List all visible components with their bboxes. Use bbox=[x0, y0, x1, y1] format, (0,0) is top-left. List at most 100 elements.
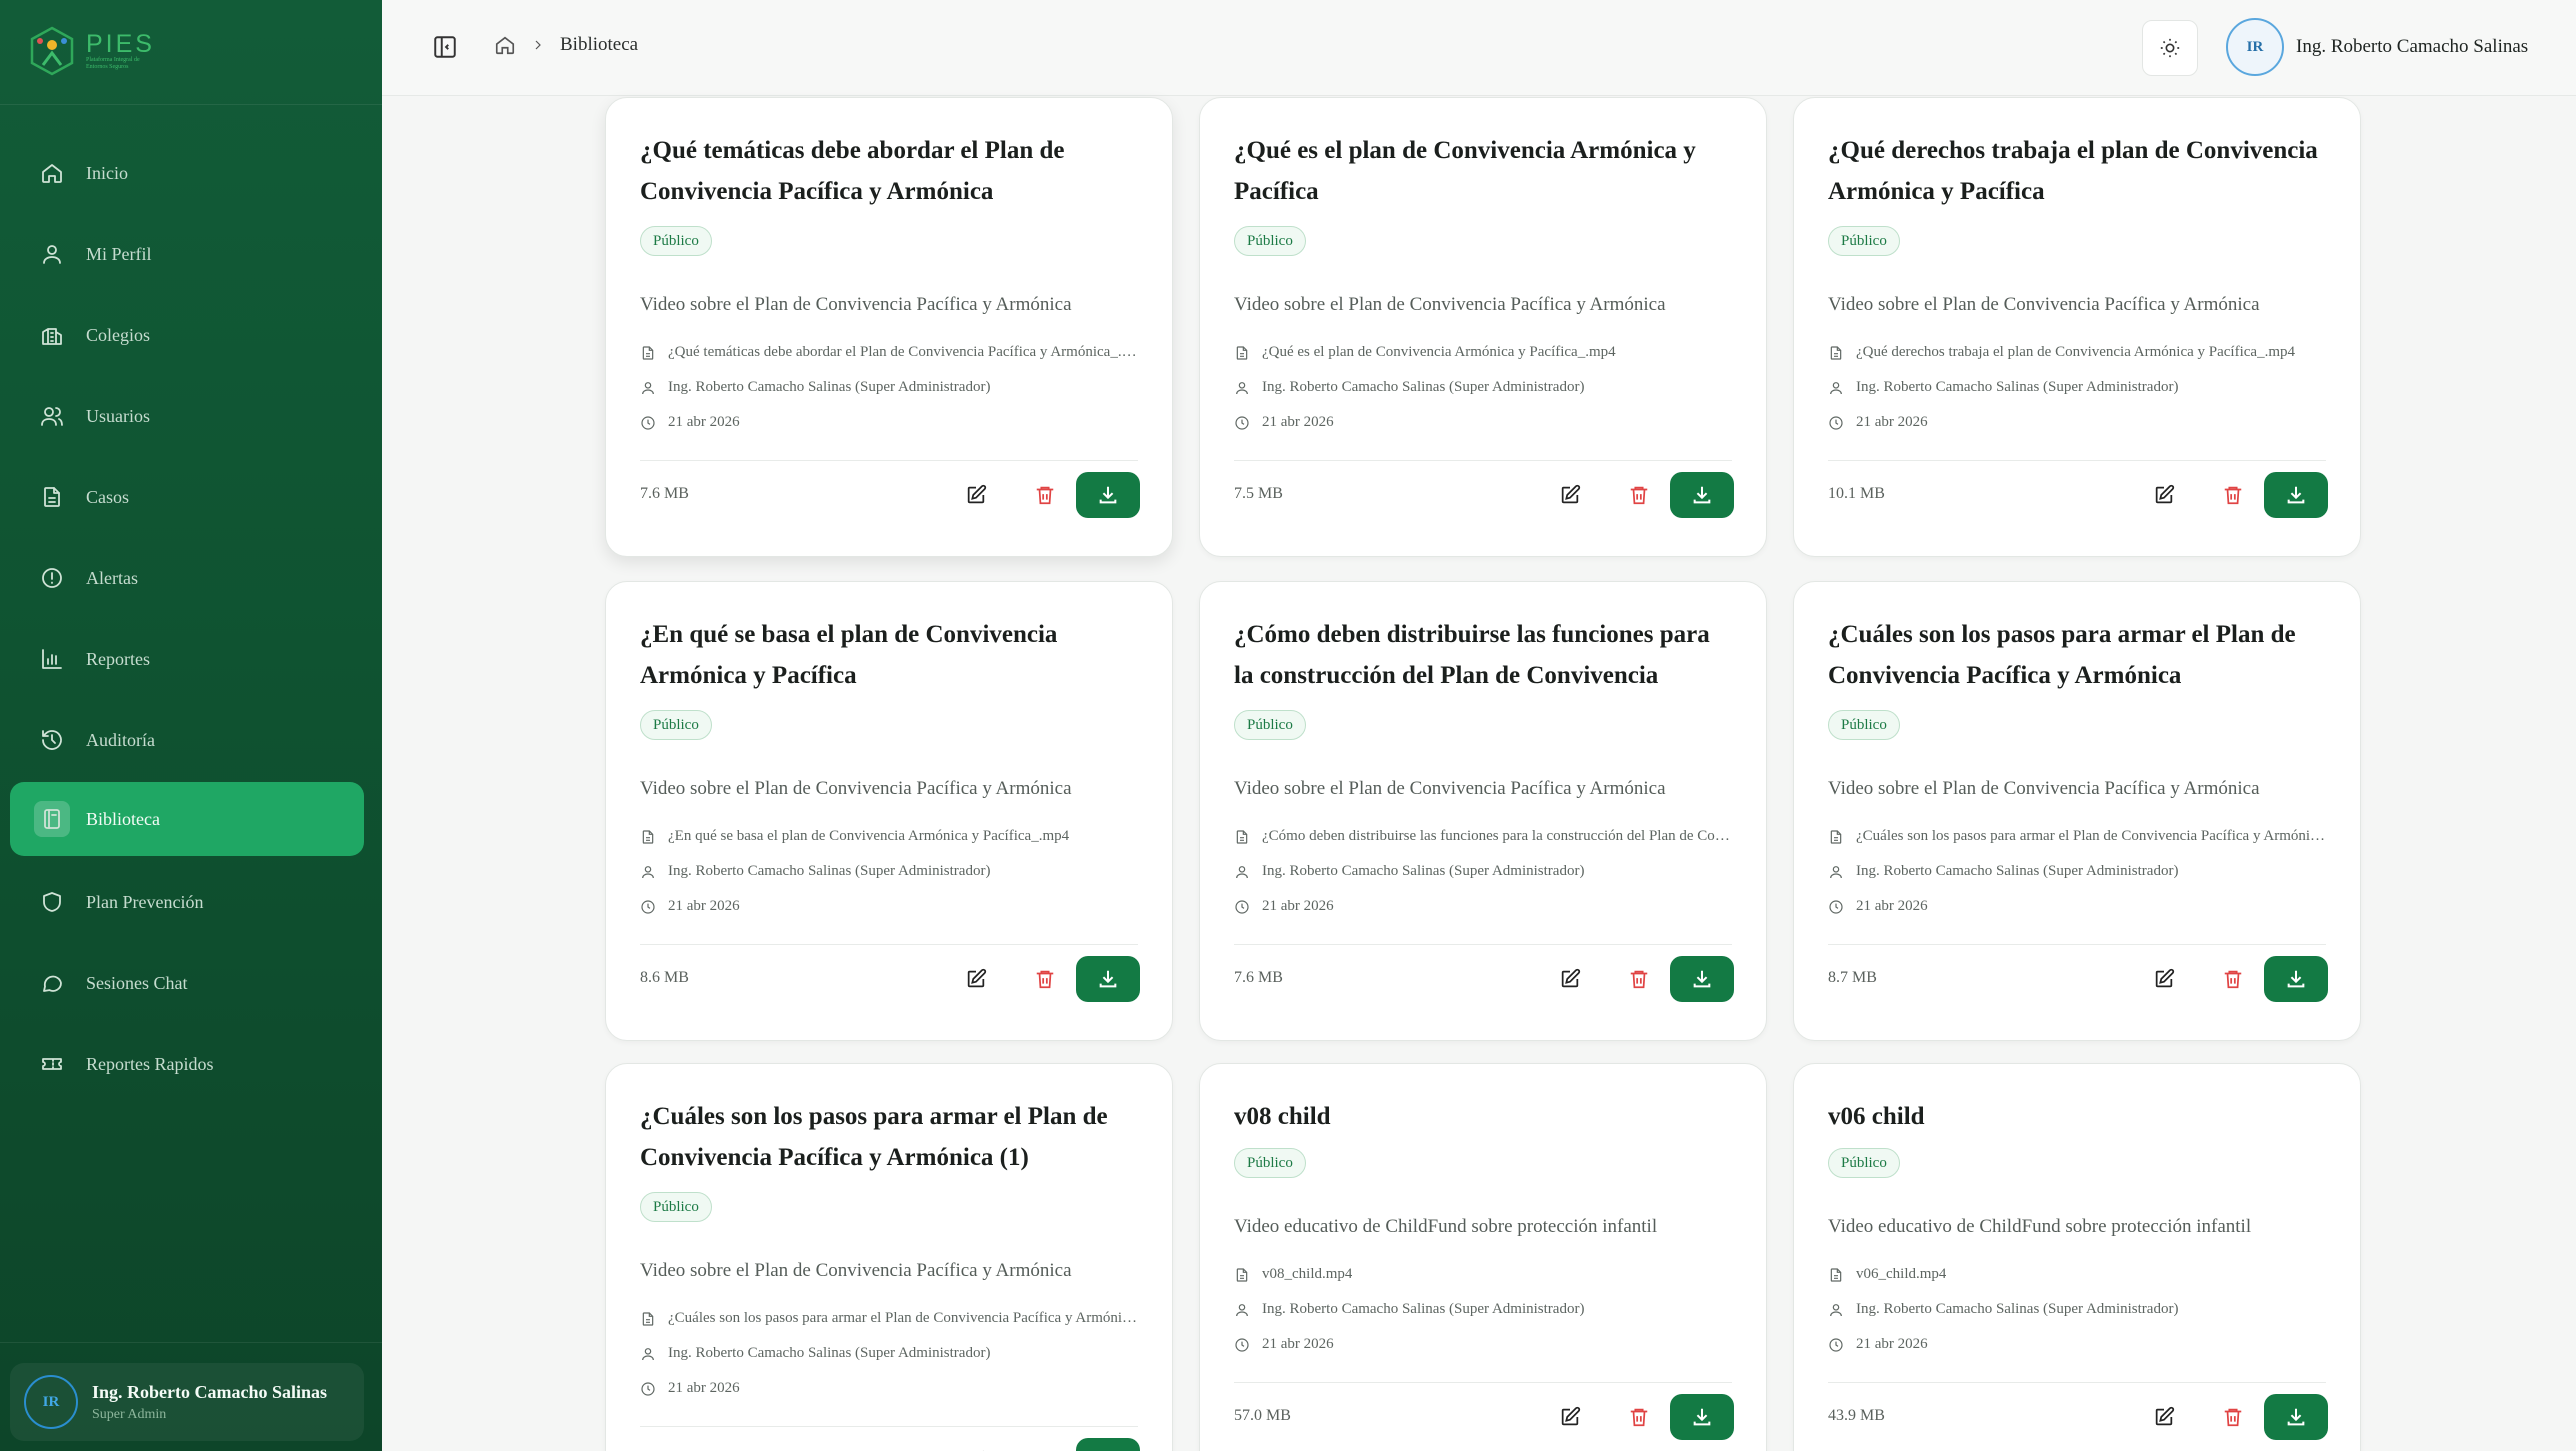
library-card[interactable]: ¿Qué derechos trabaja el plan de Convive… bbox=[1793, 97, 2361, 557]
breadcrumb-current: Biblioteca bbox=[560, 34, 639, 55]
file-row: ¿Cuáles son los pasos para armar el Plan… bbox=[1828, 828, 2328, 845]
topbar: Biblioteca IR Ing. Roberto Camacho Salin… bbox=[382, 0, 2576, 96]
visibility-badge: Público bbox=[1234, 1148, 1306, 1178]
trash-icon bbox=[2224, 1408, 2242, 1427]
edit-icon bbox=[1561, 968, 1581, 988]
card-description: Video sobre el Plan de Convivencia Pacíf… bbox=[640, 778, 1072, 799]
author-name: Ing. Roberto Camacho Salinas (Super Admi… bbox=[668, 1345, 991, 1361]
sidebar-item-auditoria[interactable]: Auditoría bbox=[10, 703, 364, 777]
delete-button[interactable] bbox=[2215, 477, 2251, 513]
chat-icon bbox=[43, 975, 62, 992]
sun-icon bbox=[2160, 38, 2180, 58]
brand-name: PIES bbox=[86, 30, 155, 58]
edit-button[interactable] bbox=[1552, 961, 1588, 997]
author-name: Ing. Roberto Camacho Salinas (Super Admi… bbox=[1262, 863, 1585, 879]
edit-icon bbox=[967, 968, 987, 988]
delete-button[interactable] bbox=[1027, 961, 1063, 997]
card-description: Video sobre el Plan de Convivencia Pacíf… bbox=[640, 294, 1072, 315]
user-icon bbox=[1236, 381, 1248, 394]
author-row: Ing. Roberto Camacho Salinas (Super Admi… bbox=[1828, 863, 2328, 880]
edit-button[interactable] bbox=[2146, 477, 2182, 513]
delete-button[interactable] bbox=[1621, 477, 1657, 513]
theme-toggle-button[interactable] bbox=[2142, 20, 2198, 76]
download-button[interactable] bbox=[2264, 472, 2328, 518]
file-name: ¿En qué se basa el plan de Convivencia A… bbox=[668, 828, 1070, 844]
download-button[interactable] bbox=[1076, 1438, 1140, 1451]
delete-button[interactable] bbox=[2215, 1399, 2251, 1435]
library-card[interactable]: v06 child Público Video educativo de Chi… bbox=[1793, 1063, 2361, 1451]
library-card[interactable]: ¿Cuáles son los pasos para armar el Plan… bbox=[1793, 581, 2361, 1041]
sidebar-item-label: Usuarios bbox=[86, 405, 150, 426]
sidebar-item-biblioteca[interactable]: Biblioteca bbox=[10, 782, 364, 856]
library-card[interactable]: ¿Cómo deben distribuirse las funciones p… bbox=[1199, 581, 1767, 1041]
download-button[interactable] bbox=[1670, 956, 1734, 1002]
sidebar-item-colegios[interactable]: Colegios bbox=[10, 298, 364, 372]
card-description: Video educativo de ChildFund sobre prote… bbox=[1234, 1216, 1658, 1237]
edit-button[interactable] bbox=[958, 477, 994, 513]
sidebar-item-reportes-rapidos[interactable]: Reportes Rapidos bbox=[10, 1027, 364, 1101]
delete-button[interactable] bbox=[2215, 961, 2251, 997]
download-button[interactable] bbox=[1670, 472, 1734, 518]
user-icon bbox=[642, 865, 654, 878]
book-icon-wrapper bbox=[34, 801, 70, 837]
download-button[interactable] bbox=[1076, 956, 1140, 1002]
file-row: ¿Cómo deben distribuirse las funciones p… bbox=[1234, 828, 1734, 845]
sidebar-item-plan-prevencion[interactable]: Plan Prevención bbox=[10, 865, 364, 939]
author-row: Ing. Roberto Camacho Salinas (Super Admi… bbox=[1234, 379, 1734, 396]
sidebar-item-label: Biblioteca bbox=[86, 808, 160, 829]
sidebar-item-mi-perfil[interactable]: Mi Perfil bbox=[10, 217, 364, 291]
edit-button[interactable] bbox=[2146, 961, 2182, 997]
upload-date: 21 abr 2026 bbox=[668, 414, 740, 430]
divider bbox=[1828, 1382, 2326, 1383]
library-card[interactable]: ¿En qué se basa el plan de Convivencia A… bbox=[605, 581, 1173, 1041]
sidebar-item-label: Alertas bbox=[86, 567, 138, 588]
ticket-icon bbox=[42, 1058, 62, 1070]
edit-button[interactable] bbox=[1552, 477, 1588, 513]
user-icon bbox=[1830, 381, 1842, 394]
clock-icon bbox=[1829, 899, 1843, 914]
file-name: ¿Qué es el plan de Convivencia Armónica … bbox=[1262, 344, 1616, 360]
download-button[interactable] bbox=[1076, 472, 1140, 518]
clock-icon bbox=[641, 899, 655, 914]
sidebar-item-alertas[interactable]: Alertas bbox=[10, 541, 364, 615]
file-name: v06_child.mp4 bbox=[1856, 1266, 1947, 1282]
download-button[interactable] bbox=[2264, 956, 2328, 1002]
user-icon bbox=[642, 1347, 654, 1360]
divider bbox=[640, 460, 1138, 461]
file-icon bbox=[1830, 1267, 1842, 1282]
delete-button[interactable] bbox=[1621, 961, 1657, 997]
visibility-badge: Público bbox=[640, 1192, 712, 1222]
brand-logo[interactable]: PIES Plataforma Integral de Entornos Seg… bbox=[28, 22, 155, 80]
clock-icon bbox=[641, 415, 655, 430]
sidebar-item-casos[interactable]: Casos bbox=[10, 460, 364, 534]
chevron-right-icon bbox=[535, 40, 541, 50]
delete-button[interactable] bbox=[1027, 1443, 1063, 1451]
edit-button[interactable] bbox=[1552, 1399, 1588, 1435]
sidebar-item-inicio[interactable]: Inicio bbox=[10, 136, 364, 210]
edit-button[interactable] bbox=[958, 1443, 994, 1451]
download-button[interactable] bbox=[1670, 1394, 1734, 1440]
trash-icon bbox=[1036, 486, 1054, 505]
author-name: Ing. Roberto Camacho Salinas (Super Admi… bbox=[1856, 1301, 2179, 1317]
home-icon[interactable] bbox=[494, 34, 516, 56]
edit-icon bbox=[1561, 484, 1581, 504]
sidebar-item-sesiones-chat[interactable]: Sesiones Chat bbox=[10, 946, 364, 1020]
sidebar-user-card[interactable]: IR Ing. Roberto Camacho Salinas Super Ad… bbox=[10, 1363, 364, 1441]
library-card[interactable]: ¿Qué es el plan de Convivencia Armónica … bbox=[1199, 97, 1767, 557]
edit-button[interactable] bbox=[958, 961, 994, 997]
header-user-menu[interactable]: IR Ing. Roberto Camacho Salinas bbox=[2226, 18, 2528, 76]
file-size: 57.0 MB bbox=[1234, 1407, 1291, 1424]
sidebar-toggle-icon[interactable] bbox=[432, 34, 458, 60]
file-size: 43.9 MB bbox=[1828, 1407, 1885, 1424]
sidebar-item-reportes[interactable]: Reportes bbox=[10, 622, 364, 696]
sidebar-item-usuarios[interactable]: Usuarios bbox=[10, 379, 364, 453]
delete-button[interactable] bbox=[1621, 1399, 1657, 1435]
author-row: Ing. Roberto Camacho Salinas (Super Admi… bbox=[1234, 863, 1734, 880]
delete-button[interactable] bbox=[1027, 477, 1063, 513]
library-card[interactable]: ¿Cuáles son los pasos para armar el Plan… bbox=[605, 1063, 1173, 1451]
divider bbox=[0, 104, 382, 105]
library-card[interactable]: ¿Qué temáticas debe abordar el Plan de C… bbox=[605, 97, 1173, 557]
library-card[interactable]: v08 child Público Video educativo de Chi… bbox=[1199, 1063, 1767, 1451]
download-button[interactable] bbox=[2264, 1394, 2328, 1440]
edit-button[interactable] bbox=[2146, 1399, 2182, 1435]
